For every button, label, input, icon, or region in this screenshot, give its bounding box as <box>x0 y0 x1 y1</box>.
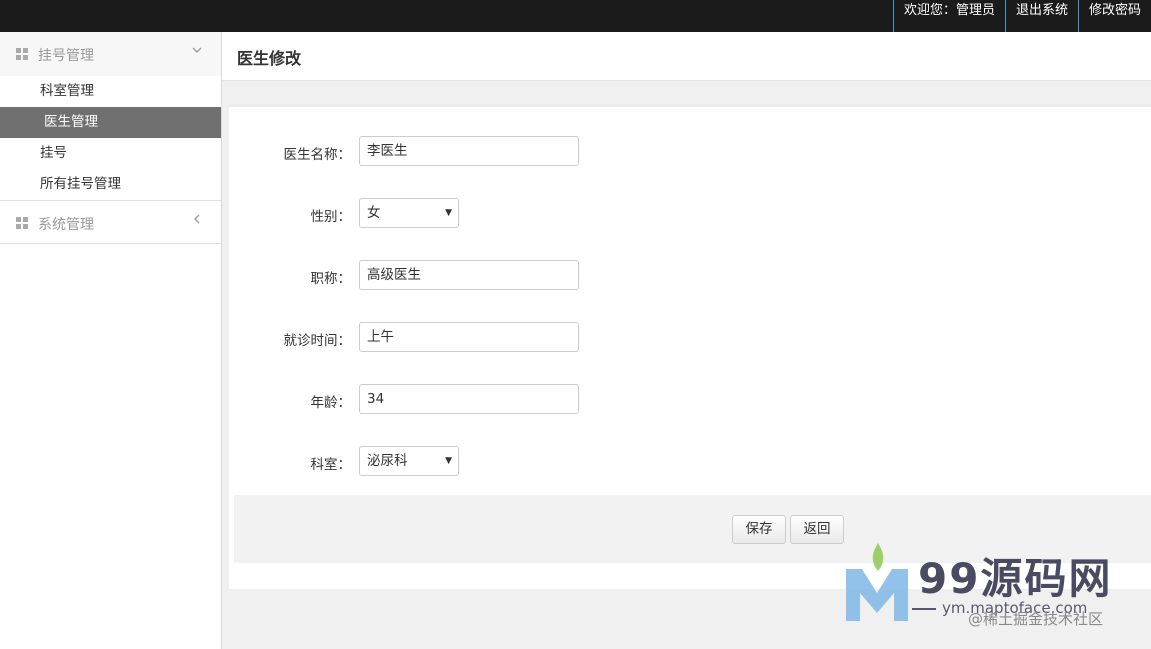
sidebar-group-label: 挂号管理 <box>38 48 94 64</box>
gender-label: 性别： <box>310 209 352 225</box>
back-button[interactable]: 返回 <box>790 515 844 544</box>
sidebar: 挂号管理 科室管理 医生管理 挂号 所有挂号管理 系统管理 <box>0 32 222 649</box>
page-header: 医生修改 <box>222 32 1151 81</box>
doctor-edit-form: 医生名称： 李医生 性别： 女 ▼ 职称： 高级医生 就诊时间： 上午 年龄： … <box>229 104 1151 589</box>
dropdown-arrow-icon: ▼ <box>445 208 452 218</box>
sidebar-group-system[interactable]: 系统管理 <box>0 200 221 244</box>
department-select[interactable]: 泌尿科 ▼ <box>359 446 459 476</box>
sidebar-group-label: 系统管理 <box>38 217 94 233</box>
visit-time-input[interactable]: 上午 <box>359 322 579 352</box>
chevron-left-icon <box>191 213 203 228</box>
top-links: 欢迎您：管理员 退出系统 修改密码 <box>892 0 1151 32</box>
department-select-value: 泌尿科 <box>367 453 408 469</box>
top-bar: 欢迎您：管理员 退出系统 修改密码 <box>0 0 1151 32</box>
grid-icon <box>16 48 28 60</box>
age-label: 年龄： <box>310 395 352 411</box>
grid-icon <box>16 217 28 229</box>
gender-select-value: 女 <box>367 205 381 221</box>
watermark-brand: 99源码网 <box>918 554 1113 603</box>
time-label: 就诊时间： <box>283 333 352 349</box>
doctor-name-input[interactable]: 李医生 <box>359 136 579 166</box>
sidebar-group-registration[interactable]: 挂号管理 <box>0 32 221 76</box>
welcome-link[interactable]: 欢迎您：管理员 <box>892 0 1005 32</box>
change-password-link[interactable]: 修改密码 <box>1077 0 1151 32</box>
sidebar-item-register[interactable]: 挂号 <box>0 138 221 169</box>
title-label: 职称： <box>310 271 352 287</box>
dropdown-arrow-icon: ▼ <box>445 456 452 466</box>
sidebar-item-all-registrations[interactable]: 所有挂号管理 <box>0 169 221 200</box>
watermark-sub: @稀土掘金技术社区 <box>968 610 1104 628</box>
chevron-down-icon <box>191 44 203 59</box>
gender-select[interactable]: 女 ▼ <box>359 198 459 228</box>
page-title: 医生修改 <box>237 49 302 68</box>
watermark: 99源码网 ym.maptoface.com @稀土掘金技术社区 <box>838 535 1151 649</box>
save-button[interactable]: 保存 <box>732 515 786 544</box>
doctor-title-input[interactable]: 高级医生 <box>359 260 579 290</box>
department-label: 科室： <box>310 457 352 473</box>
sidebar-item-doctors[interactable]: 医生管理 <box>0 107 221 138</box>
sidebar-item-departments[interactable]: 科室管理 <box>0 76 221 107</box>
age-input[interactable]: 34 <box>359 384 579 414</box>
logout-link[interactable]: 退出系统 <box>1004 0 1078 32</box>
brand-logo-icon <box>846 543 908 621</box>
name-label: 医生名称： <box>283 147 352 163</box>
